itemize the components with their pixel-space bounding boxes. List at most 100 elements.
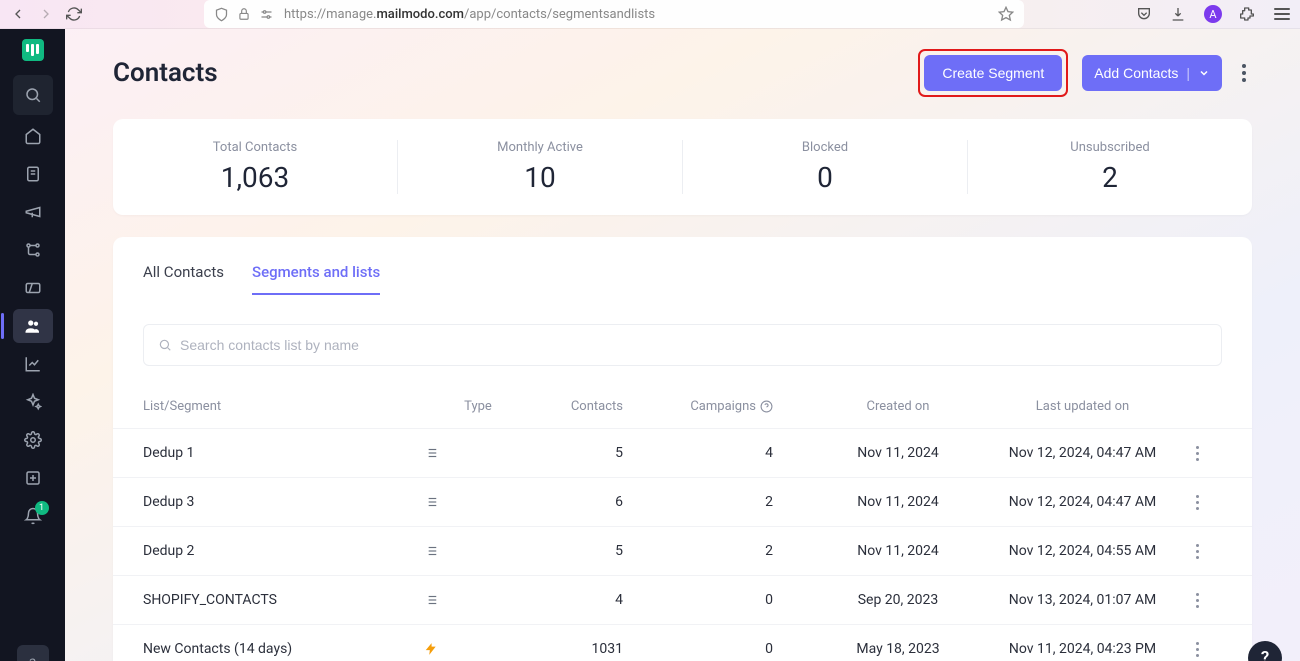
reload-icon[interactable]: [66, 6, 82, 22]
cell-campaigns: 4: [653, 445, 803, 461]
list-icon: [423, 495, 533, 509]
table-header: List/Segment Type Contacts Campaigns Cre…: [113, 384, 1252, 428]
url-text: https://manage.mailmodo.com/app/contacts…: [284, 7, 655, 22]
info-icon[interactable]: [760, 400, 773, 413]
tune-icon: [259, 7, 274, 22]
sidebar-settings[interactable]: [13, 423, 53, 457]
sidebar-notifications[interactable]: 1: [13, 499, 53, 533]
cell-contacts: 5: [533, 445, 653, 461]
sidebar-contacts[interactable]: [13, 309, 53, 343]
row-more-button[interactable]: [1172, 593, 1222, 608]
app-logo[interactable]: [22, 39, 44, 61]
row-more-button[interactable]: [1172, 446, 1222, 461]
sidebar-export[interactable]: [13, 461, 53, 495]
stats-card: Total Contacts 1,063 Monthly Active 10 B…: [113, 119, 1252, 215]
table-row[interactable]: Dedup 252Nov 11, 2024Nov 12, 2024, 04:55…: [113, 526, 1252, 575]
stat-monthly-active: Monthly Active 10: [398, 140, 682, 194]
stat-label: Blocked: [802, 140, 848, 155]
cell-created: May 18, 2023: [803, 641, 993, 657]
th-updated: Last updated on: [993, 399, 1172, 414]
table-row[interactable]: New Contacts (14 days) 10310May 18, 2023N…: [113, 624, 1252, 661]
sidebar-campaigns[interactable]: [13, 195, 53, 229]
cell-contacts: 5: [533, 543, 653, 559]
th-campaigns: Campaigns: [653, 399, 803, 414]
sidebar-search[interactable]: [13, 75, 53, 115]
sidebar-integrations[interactable]: [13, 271, 53, 305]
th-list: List/Segment: [143, 399, 423, 414]
browser-chrome: https://manage.mailmodo.com/app/contacts…: [0, 0, 1300, 29]
cell-name: Dedup 1: [143, 445, 423, 461]
sidebar: 1 a: [0, 29, 65, 661]
highlight-create-segment: Create Segment: [918, 49, 1068, 97]
stat-unsubscribed: Unsubscribed 2: [968, 140, 1252, 194]
profile-avatar[interactable]: A: [1204, 5, 1222, 23]
list-icon: [423, 446, 533, 460]
sidebar-home[interactable]: [13, 119, 53, 153]
sidebar-journeys[interactable]: [13, 233, 53, 267]
stat-value: 0: [817, 161, 833, 194]
shield-icon: [214, 7, 229, 22]
th-created: Created on: [803, 399, 993, 414]
sidebar-templates[interactable]: [13, 157, 53, 191]
table-row[interactable]: Dedup 3 62Nov 11, 2024Nov 12, 2024, 04:47…: [113, 477, 1252, 526]
stat-label: Monthly Active: [497, 140, 583, 155]
header-more-button[interactable]: [1236, 64, 1252, 82]
stat-total-contacts: Total Contacts 1,063: [113, 140, 397, 194]
url-bar[interactable]: https://manage.mailmodo.com/app/contacts…: [204, 0, 1024, 28]
bookmark-star-icon[interactable]: [998, 6, 1014, 22]
cell-name: New Contacts (14 days): [143, 641, 423, 657]
create-segment-button[interactable]: Create Segment: [924, 55, 1062, 91]
cell-campaigns: 0: [653, 592, 803, 608]
cell-updated: Nov 11, 2024, 04:23 PM: [993, 641, 1172, 657]
cell-updated: Nov 12, 2024, 04:47 AM: [993, 445, 1172, 461]
th-type: Type: [423, 399, 533, 414]
stat-value: 10: [524, 161, 555, 194]
cell-name: SHOPIFY_CONTACTS: [143, 592, 423, 608]
download-icon[interactable]: [1170, 6, 1186, 22]
extensions-icon[interactable]: [1240, 6, 1256, 22]
cell-created: Nov 11, 2024: [803, 494, 993, 510]
search-input[interactable]: [180, 337, 1207, 353]
add-contacts-button[interactable]: Add Contacts |: [1082, 55, 1222, 91]
stat-value: 1,063: [221, 161, 289, 194]
cell-name: Dedup 3: [143, 494, 423, 510]
bolt-icon: [423, 642, 533, 656]
table-row[interactable]: Dedup 1 54Nov 11, 2024Nov 12, 2024, 04:47…: [113, 428, 1252, 477]
cell-created: Nov 11, 2024: [803, 543, 993, 559]
sidebar-analytics[interactable]: [13, 347, 53, 381]
cell-contacts: 1031: [533, 641, 653, 657]
stat-label: Total Contacts: [213, 140, 297, 155]
forward-icon[interactable]: [38, 6, 54, 22]
cell-campaigns: 2: [653, 543, 803, 559]
cell-created: Nov 11, 2024: [803, 445, 993, 461]
sidebar-account[interactable]: a: [17, 645, 49, 661]
page-title: Contacts: [113, 58, 218, 88]
cell-name: Dedup 2: [143, 543, 423, 559]
lock-icon: [237, 7, 251, 21]
row-more-button[interactable]: [1172, 495, 1222, 510]
row-more-button[interactable]: [1172, 642, 1222, 657]
cell-updated: Nov 13, 2024, 01:07 AM: [993, 592, 1172, 608]
pocket-icon[interactable]: [1136, 6, 1152, 22]
search-box[interactable]: [143, 324, 1222, 366]
row-more-button[interactable]: [1172, 544, 1222, 559]
chevron-down-icon: [1198, 67, 1210, 79]
stat-blocked: Blocked 0: [683, 140, 967, 194]
list-icon: [423, 544, 533, 558]
cell-updated: Nov 12, 2024, 04:47 AM: [993, 494, 1172, 510]
cell-campaigns: 2: [653, 494, 803, 510]
back-icon[interactable]: [10, 6, 26, 22]
add-contacts-label: Add Contacts: [1094, 65, 1178, 81]
tab-all-contacts[interactable]: All Contacts: [143, 263, 224, 295]
cell-contacts: 6: [533, 494, 653, 510]
table-row[interactable]: SHOPIFY_CONTACTS40Sep 20, 2023Nov 13, 20…: [113, 575, 1252, 624]
list-icon: [423, 593, 533, 607]
stat-value: 2: [1102, 161, 1118, 194]
th-contacts: Contacts: [533, 399, 653, 414]
sidebar-ai[interactable]: [13, 385, 53, 419]
segments-card: All Contacts Segments and lists List/Seg…: [113, 237, 1252, 661]
menu-icon[interactable]: [1274, 8, 1290, 20]
cell-created: Sep 20, 2023: [803, 592, 993, 608]
cell-campaigns: 0: [653, 641, 803, 657]
tab-segments-lists[interactable]: Segments and lists: [252, 263, 380, 295]
